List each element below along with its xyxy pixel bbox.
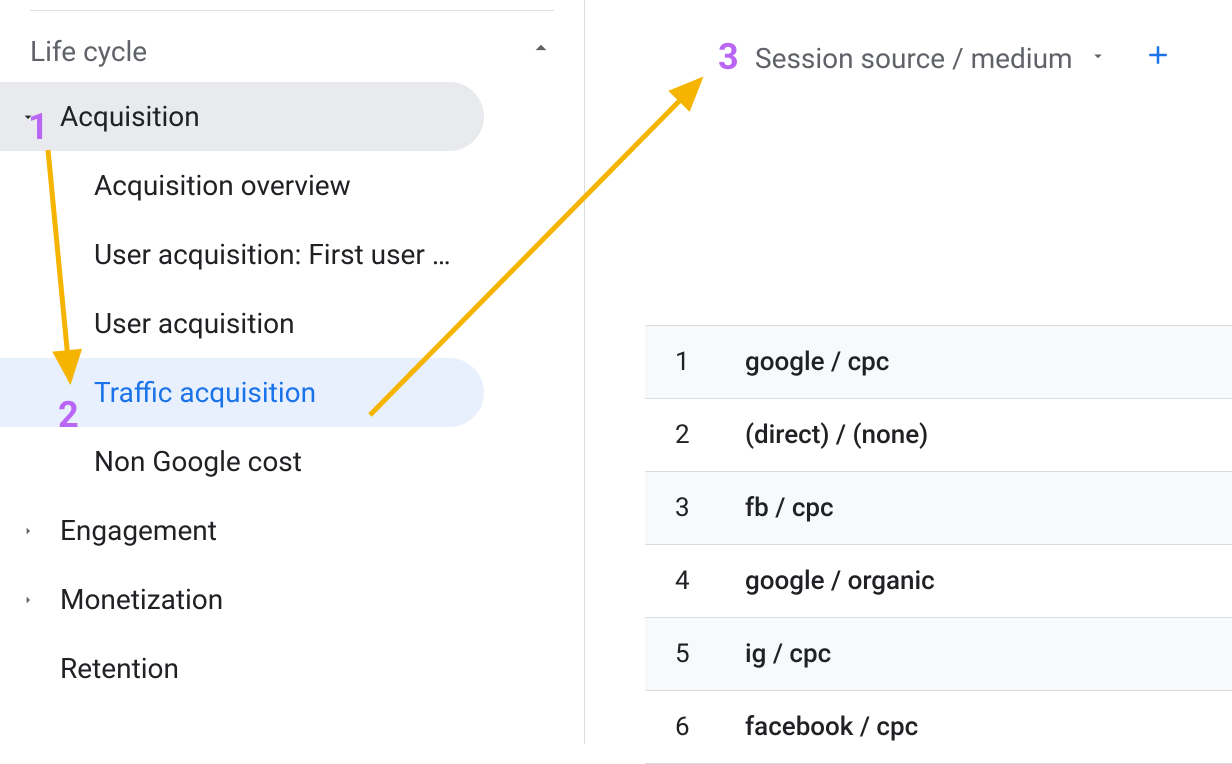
sidebar: Life cycle Acquisition Acquisition overv… — [0, 0, 585, 744]
caret-down-icon — [1089, 47, 1107, 69]
main-content: Session source / medium 1 google / cpc 2… — [585, 0, 1232, 744]
chevron-up-icon — [528, 35, 554, 68]
sidebar-sub-user-acquisition-first[interactable]: User acquisition: First user … — [0, 220, 484, 289]
sidebar-item-retention[interactable]: Retention — [0, 634, 484, 703]
row-value: ig / cpc — [745, 639, 831, 669]
nav-label: Retention — [60, 652, 179, 685]
section-title: Life cycle — [30, 35, 147, 68]
sidebar-sub-acquisition-overview[interactable]: Acquisition overview — [0, 151, 484, 220]
table-row[interactable]: 6 facebook / cpc — [645, 691, 1232, 764]
plus-icon — [1143, 40, 1173, 70]
caret-right-icon — [20, 592, 60, 608]
row-index: 1 — [675, 347, 745, 377]
row-index: 5 — [675, 639, 745, 669]
sidebar-item-monetization[interactable]: Monetization — [0, 565, 484, 634]
row-value: facebook / cpc — [745, 712, 918, 742]
caret-right-icon — [20, 523, 60, 539]
sidebar-sub-non-google-cost[interactable]: Non Google cost — [0, 427, 484, 496]
add-dimension-button[interactable] — [1143, 40, 1173, 76]
sidebar-item-acquisition[interactable]: Acquisition — [0, 82, 484, 151]
row-value: (direct) / (none) — [745, 420, 928, 450]
nav-label: Monetization — [60, 583, 223, 616]
table-row[interactable]: 4 google / organic — [645, 545, 1232, 618]
sidebar-section-life-cycle[interactable]: Life cycle — [0, 21, 584, 82]
nav-label: Engagement — [60, 514, 217, 547]
row-index: 4 — [675, 566, 745, 596]
row-value: google / organic — [745, 566, 935, 596]
table-row[interactable]: 5 ig / cpc — [645, 618, 1232, 691]
sidebar-sub-user-acquisition[interactable]: User acquisition — [0, 289, 484, 358]
table-row[interactable]: 1 google / cpc — [645, 326, 1232, 399]
dimension-table: 1 google / cpc 2 (direct) / (none) 3 fb … — [645, 325, 1232, 764]
table-row[interactable]: 2 (direct) / (none) — [645, 399, 1232, 472]
sidebar-sub-traffic-acquisition[interactable]: Traffic acquisition — [0, 358, 484, 427]
dimension-selector[interactable]: Session source / medium — [755, 40, 1173, 76]
nav-label: Acquisition — [60, 100, 200, 133]
row-index: 6 — [675, 712, 745, 742]
sidebar-item-engagement[interactable]: Engagement — [0, 496, 484, 565]
table-row[interactable]: 3 fb / cpc — [645, 472, 1232, 545]
caret-down-icon — [20, 109, 60, 125]
row-value: google / cpc — [745, 347, 889, 377]
dimension-label: Session source / medium — [755, 42, 1073, 75]
row-index: 3 — [675, 493, 745, 523]
row-index: 2 — [675, 420, 745, 450]
row-value: fb / cpc — [745, 493, 834, 523]
